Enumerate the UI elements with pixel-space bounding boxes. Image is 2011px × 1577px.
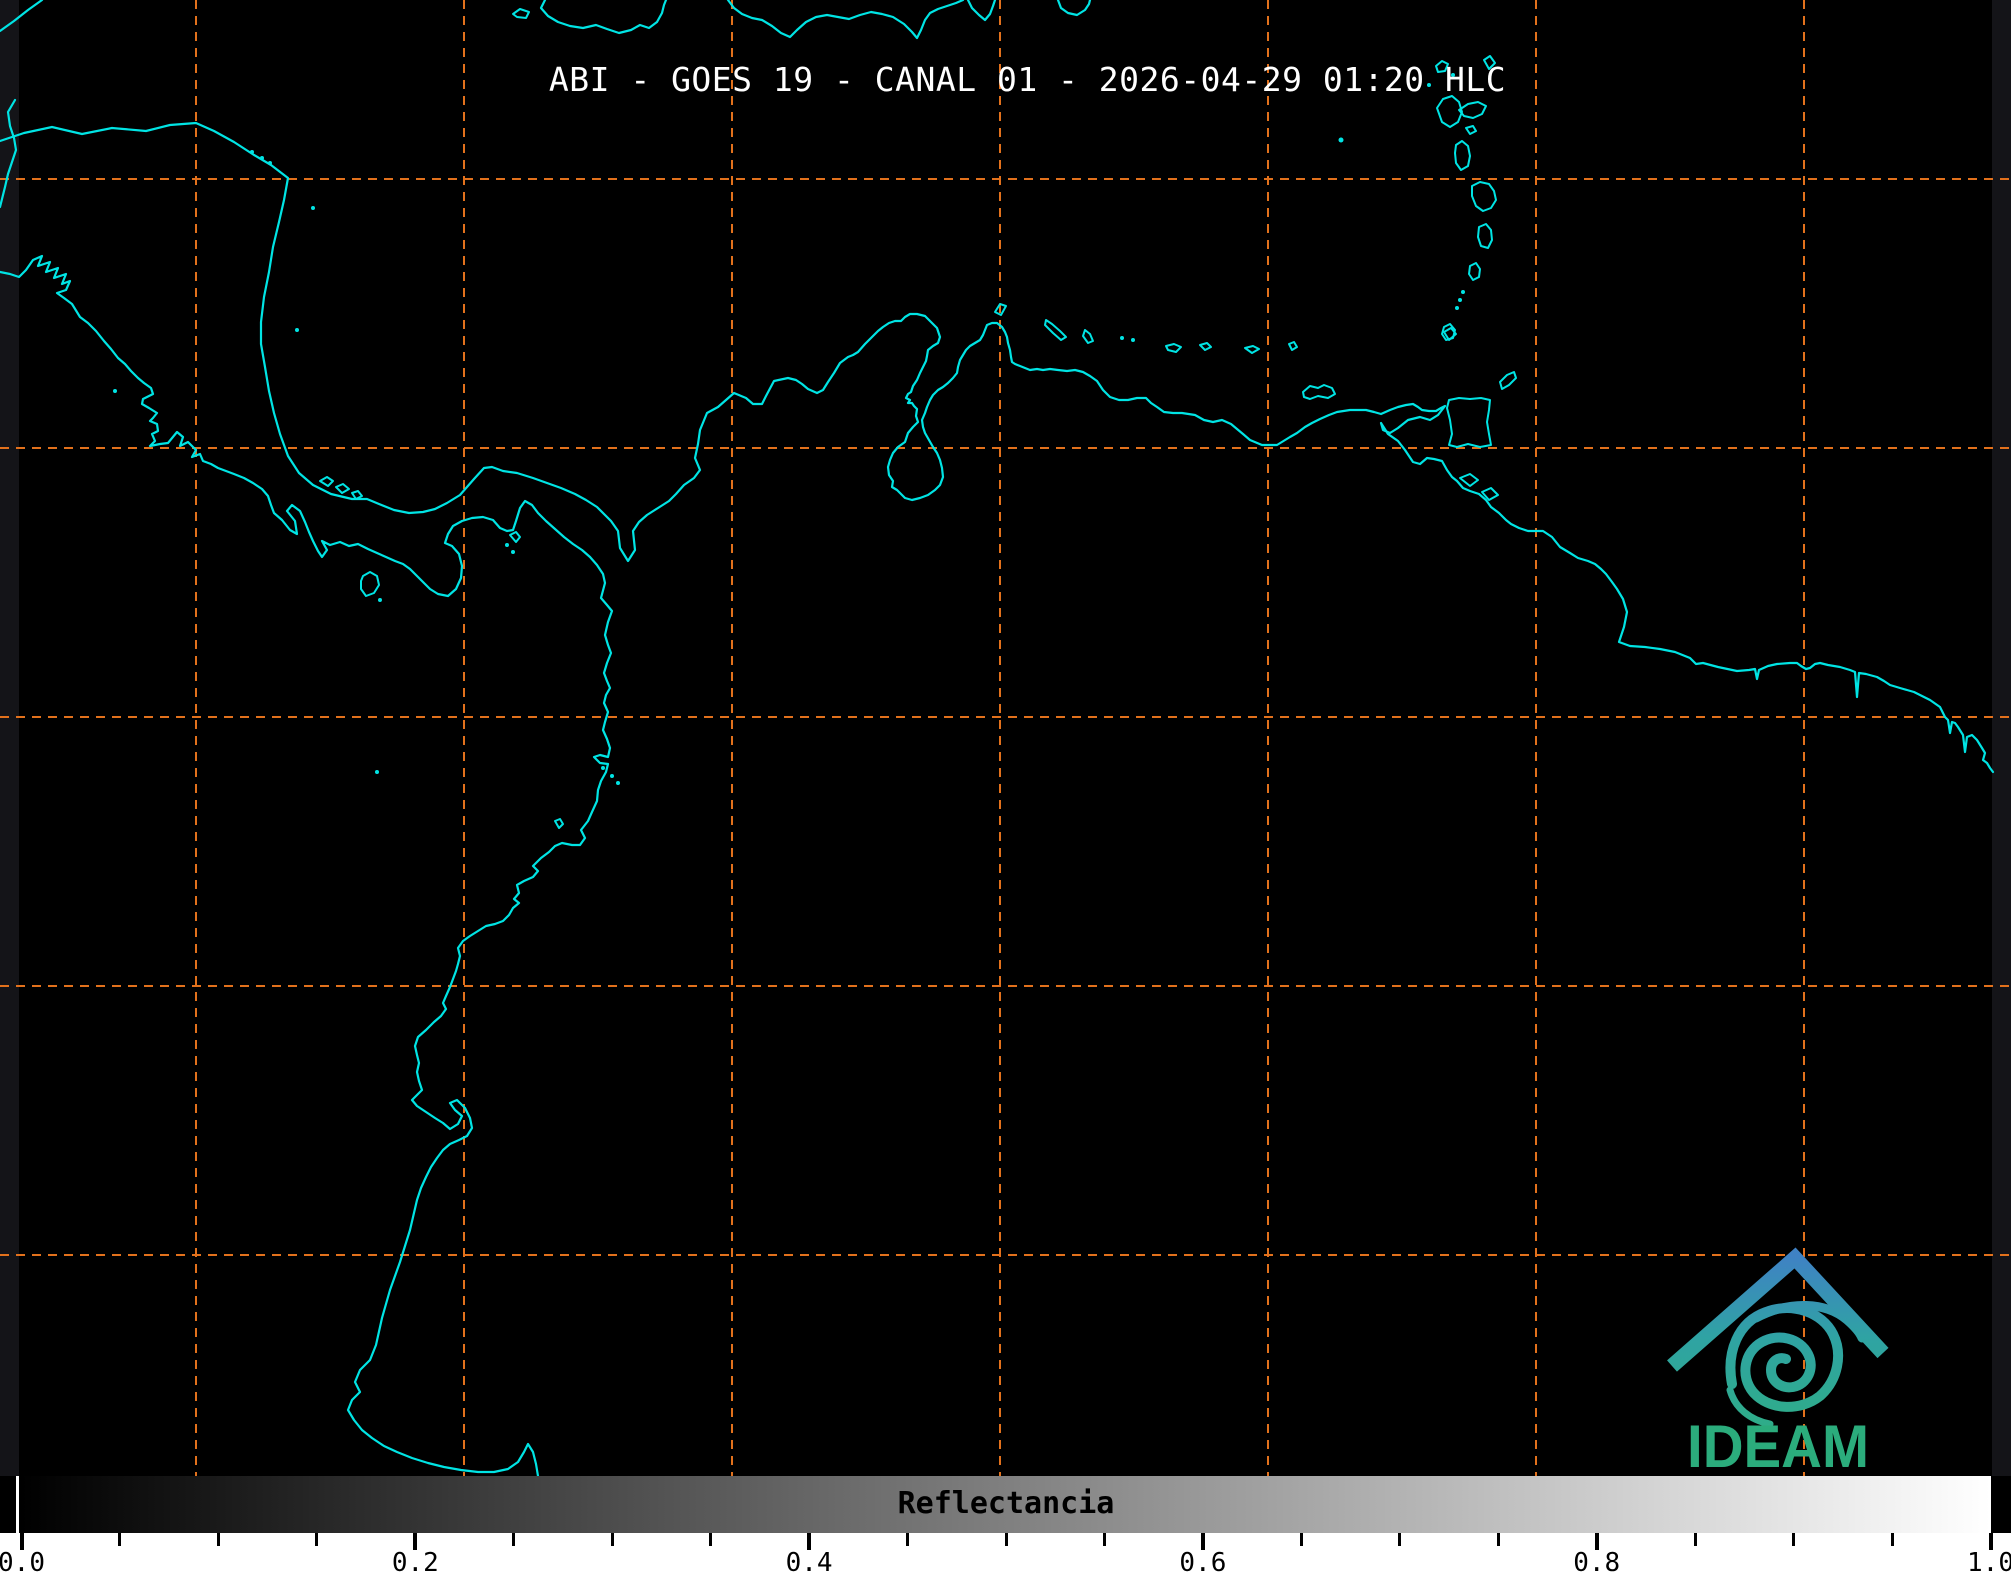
island-outline xyxy=(1200,343,1211,350)
product-title: ABI - GOES 19 - CANAL 01 - 2026-04-29 01… xyxy=(549,60,1506,99)
colorbar-left-edge xyxy=(16,1476,19,1533)
islet-dot xyxy=(1458,298,1462,302)
colorbar-minor-tick xyxy=(1891,1533,1894,1546)
logo-text: IDEAM xyxy=(1687,1413,1869,1476)
colorbar-minor-tick xyxy=(1694,1533,1697,1546)
islet-dot xyxy=(1131,338,1135,342)
island-outline xyxy=(1478,224,1492,248)
coastline-path xyxy=(968,0,995,20)
colorbar-minor-tick xyxy=(1497,1533,1500,1546)
ideam-logo: IDEAM xyxy=(1672,1258,1883,1476)
island-outline xyxy=(1045,320,1066,340)
islet-dot xyxy=(1455,306,1459,310)
colorbar-minor-tick xyxy=(906,1533,909,1546)
islet-dot xyxy=(378,598,382,602)
colorbar-label: Reflectancia xyxy=(898,1489,1115,1519)
island-outline xyxy=(1460,474,1478,486)
islet-dot xyxy=(268,161,272,165)
island-outline xyxy=(1245,346,1259,353)
island-outline xyxy=(1469,263,1480,280)
colorbar-minor-tick xyxy=(1103,1533,1106,1546)
island-outline xyxy=(1472,182,1496,211)
colorbar-minor-tick xyxy=(512,1533,515,1546)
islet-dot xyxy=(601,766,605,770)
island-outline xyxy=(320,477,333,486)
islet-dot xyxy=(616,781,620,785)
islet-dot xyxy=(375,770,379,774)
colorbar-minor-tick xyxy=(217,1533,220,1546)
islet-dot xyxy=(250,150,254,154)
island-outline xyxy=(1455,141,1470,170)
islet-dot xyxy=(113,389,117,393)
island-outline xyxy=(513,9,529,18)
colorbar-tick-label: 1.0 xyxy=(1967,1550,2011,1577)
island-outline xyxy=(361,572,379,596)
island-outline xyxy=(1447,398,1491,447)
logo-spiral-icon xyxy=(1730,1308,1838,1407)
colorbar-tick-label: 0.0 xyxy=(0,1550,45,1577)
islet-dot xyxy=(1120,336,1124,340)
islet-dot xyxy=(260,156,264,160)
islet-dot xyxy=(311,206,315,210)
colorbar-tick-label: 0.6 xyxy=(1179,1550,1226,1577)
island-outline xyxy=(1083,330,1093,343)
islet-dot xyxy=(505,543,509,547)
islet-dot xyxy=(610,774,614,778)
colorbar-tick-label: 0.4 xyxy=(786,1550,833,1577)
map-geometry-layer xyxy=(0,0,2011,1476)
island-outline xyxy=(1166,344,1181,352)
coastline-path xyxy=(541,0,666,33)
islet-dot xyxy=(511,550,515,554)
island-outline xyxy=(1289,342,1297,350)
islet-dot xyxy=(295,328,299,332)
colorbar-minor-tick xyxy=(611,1533,614,1546)
coastline-path xyxy=(1058,0,1090,15)
colorbar-minor-tick xyxy=(315,1533,318,1546)
satellite-product-page: IDEAM ABI - GOES 19 - CANAL 01 - 2026-04… xyxy=(0,0,2011,1577)
island-outline xyxy=(1459,102,1486,118)
colorbar-axis: 0.0 0.2 0.4 0.6 0.8 1.0 xyxy=(0,1533,2011,1577)
island-outline xyxy=(1466,126,1476,134)
islet-dot xyxy=(1461,290,1465,294)
island-outline xyxy=(1303,385,1335,399)
colorbar-minor-tick xyxy=(709,1533,712,1546)
colorbar-minor-tick xyxy=(1300,1533,1303,1546)
coastline-path xyxy=(0,256,612,1476)
colorbar-minor-tick xyxy=(1792,1533,1795,1546)
island-outline xyxy=(1500,372,1516,389)
island-outline xyxy=(352,491,362,499)
colorbar-tick-label: 0.8 xyxy=(1573,1550,1620,1577)
map-canvas: IDEAM xyxy=(0,0,2011,1476)
colorbar-minor-tick xyxy=(1005,1533,1008,1546)
island-outline xyxy=(336,484,349,493)
colorbar-tick-label: 0.2 xyxy=(392,1550,439,1577)
colorbar-minor-tick xyxy=(118,1533,121,1546)
island-outline xyxy=(1437,96,1462,127)
coastline-path xyxy=(728,0,963,38)
colorbar-minor-tick xyxy=(1398,1533,1401,1546)
islet-dot xyxy=(1339,138,1344,143)
island-outline xyxy=(555,819,563,828)
island-outline xyxy=(510,532,520,542)
